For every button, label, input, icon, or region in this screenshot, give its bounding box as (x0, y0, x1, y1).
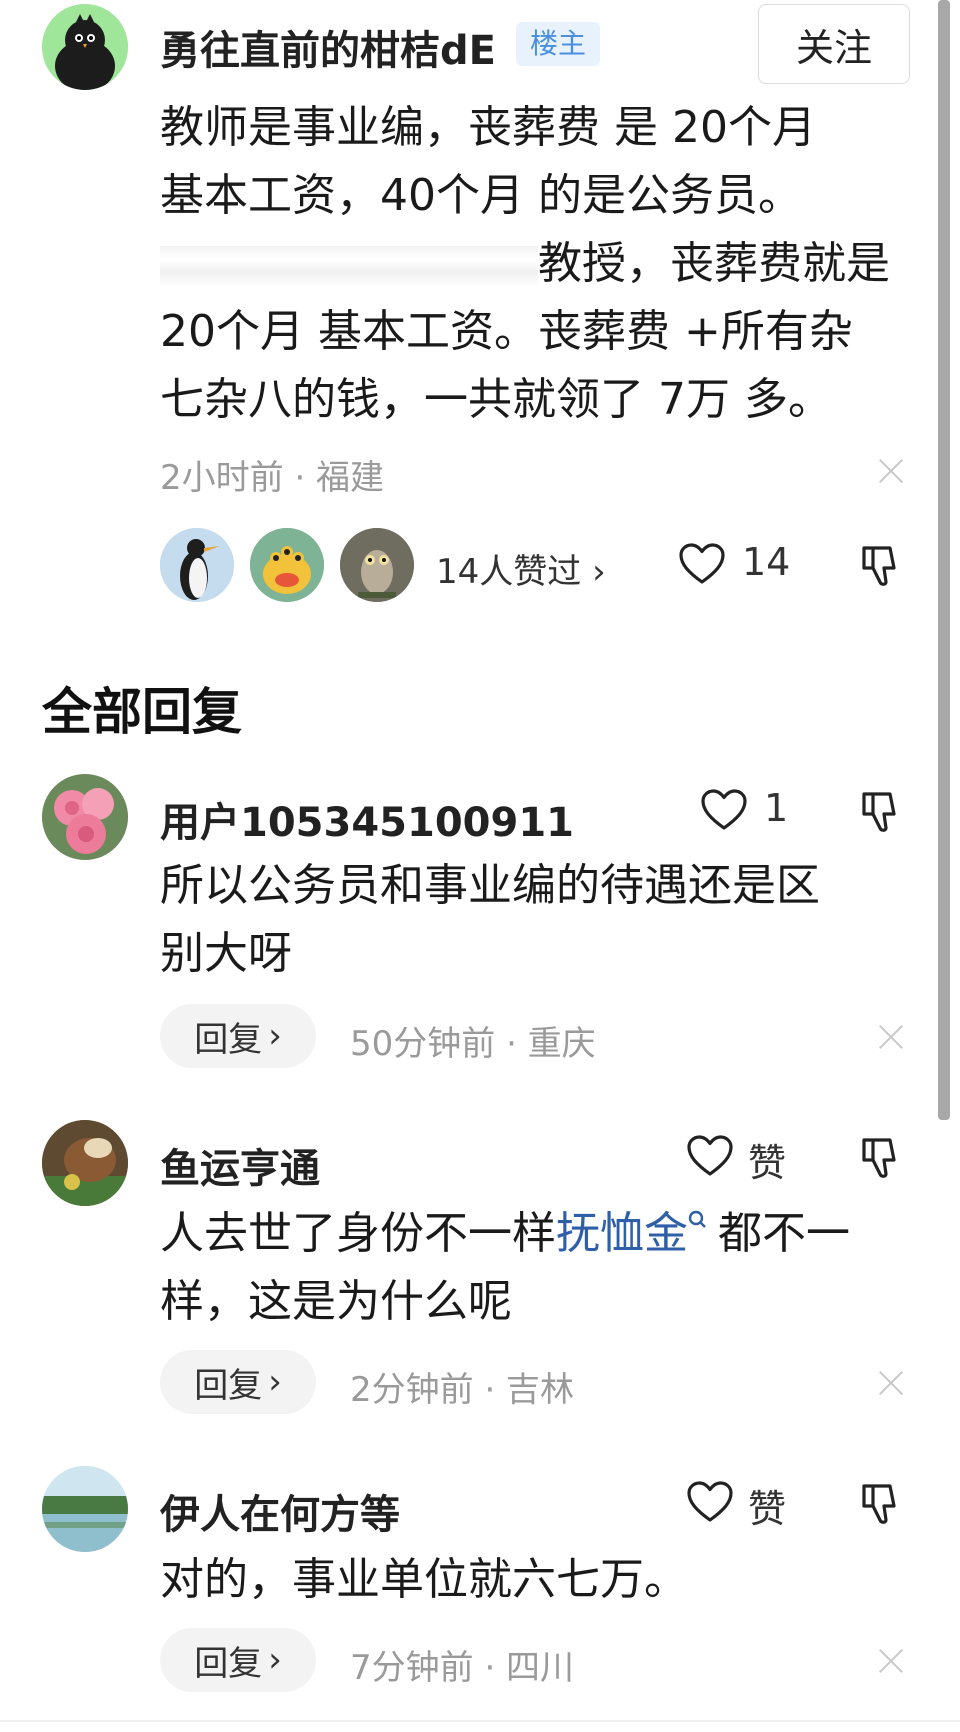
post-line: 教授，丧葬费就是 (160, 230, 920, 298)
reply-button-label: 回复 (194, 1019, 263, 1060)
reply-content: 对的，事业单位就六七万。 (160, 1546, 920, 1614)
reply-meta: 50分钟前 · 重庆 (350, 1024, 596, 1064)
reply-like-label: 赞 (748, 1141, 787, 1185)
search-icon[interactable] (688, 1210, 708, 1232)
heart-icon[interactable] (700, 788, 748, 832)
post-content: 教师是事业编，丧葬费 是 20个月 基本工资，40个月 的是公务员。 教授，丧葬… (160, 94, 920, 434)
thumbs-down-icon[interactable] (860, 788, 906, 834)
reply-button-label: 回复 (194, 1643, 263, 1684)
close-icon[interactable] (878, 458, 904, 484)
heart-icon[interactable] (686, 1480, 734, 1524)
reply-like-count: 1 (764, 786, 789, 830)
post-line: 七杂八的钱，一共就领了 7万 多。 (160, 374, 832, 425)
post-line: 教师是事业编，丧葬费 是 20个月 (160, 102, 816, 153)
reply-line: 人去世了身份不一样抚恤金 都不一 (160, 1208, 850, 1259)
follow-button[interactable]: 关注 (758, 4, 910, 84)
bird-avatar-icon (42, 4, 128, 90)
reply-meta: 2分钟前 · 吉林 (350, 1370, 575, 1410)
close-icon[interactable] (878, 1024, 904, 1050)
figurine-avatar-icon (42, 1120, 128, 1206)
close-icon[interactable] (878, 1370, 904, 1396)
keyword-link[interactable]: 抚恤金 (556, 1208, 688, 1259)
heart-icon[interactable] (678, 542, 726, 586)
reply-line: 对的，事业单位就六七万。 (160, 1554, 688, 1605)
thumbs-down-icon[interactable] (860, 542, 906, 588)
post-like-count: 14 (742, 540, 791, 584)
reply-line: 别大呀 (160, 928, 292, 979)
reply-content: 所以公务员和事业编的待遇还是区 别大呀 (160, 852, 920, 988)
reply-avatar-object[interactable] (42, 1120, 128, 1206)
rose-avatar-icon (42, 774, 128, 860)
reply-username[interactable]: 鱼运亨通 (160, 1136, 320, 1194)
reply-button-label: 回复 (194, 1365, 263, 1406)
reply-username[interactable]: 伊人在何方等 (160, 1482, 400, 1540)
reply-line: 样，这是为什么呢 (160, 1276, 512, 1327)
thumbs-down-icon[interactable] (860, 1134, 906, 1180)
op-badge-label: 楼主 (530, 27, 587, 60)
post-line: 基本工资，40个月 的是公务员。 (160, 170, 802, 221)
liker-avatar-penguin[interactable] (160, 528, 234, 602)
liker-avatar-owl[interactable] (340, 528, 414, 602)
post-line: 20个月 基本工资。丧葬费 +所有杂 (160, 306, 853, 357)
reply-username[interactable]: 用户105345100911 (160, 790, 574, 848)
blurred-redaction (160, 246, 538, 286)
penguin-icon (160, 528, 234, 602)
reply-meta: 7分钟前 · 四川 (350, 1648, 575, 1688)
close-icon[interactable] (878, 1648, 904, 1674)
heart-icon[interactable] (686, 1134, 734, 1178)
landscape-avatar-icon (42, 1466, 128, 1552)
post-meta: 2小时前 · 福建 (160, 458, 385, 498)
reply-content: 人去世了身份不一样抚恤金 都不一 样，这是为什么呢 (160, 1200, 940, 1336)
bottom-divider (0, 1720, 960, 1722)
likers-link[interactable]: 14人赞过 › (436, 544, 606, 593)
reply-avatar-landscape[interactable] (42, 1466, 128, 1552)
liker-avatar-monster[interactable] (250, 528, 324, 602)
op-badge: 楼主 (516, 22, 601, 66)
monster-icon (250, 528, 324, 602)
chevron-right-icon: › (268, 1362, 282, 1402)
post-avatar[interactable] (42, 4, 128, 90)
reply-button[interactable]: 回复 › (160, 1004, 316, 1068)
reply-button[interactable]: 回复 › (160, 1350, 316, 1414)
reply-button[interactable]: 回复 › (160, 1628, 316, 1692)
section-title: 全部回复 (42, 683, 242, 741)
owl-icon (340, 528, 414, 602)
follow-label: 关注 (795, 25, 872, 70)
reply-like-label: 赞 (748, 1487, 787, 1531)
scrollbar[interactable] (938, 0, 950, 1120)
post-username[interactable]: 勇往直前的柑桔dE (160, 18, 496, 76)
reply-line: 所以公务员和事业编的待遇还是区 (160, 860, 820, 911)
reply-avatar-flowers[interactable] (42, 774, 128, 860)
chevron-right-icon: › (268, 1016, 282, 1056)
thumbs-down-icon[interactable] (860, 1480, 906, 1526)
chevron-right-icon: › (268, 1640, 282, 1680)
